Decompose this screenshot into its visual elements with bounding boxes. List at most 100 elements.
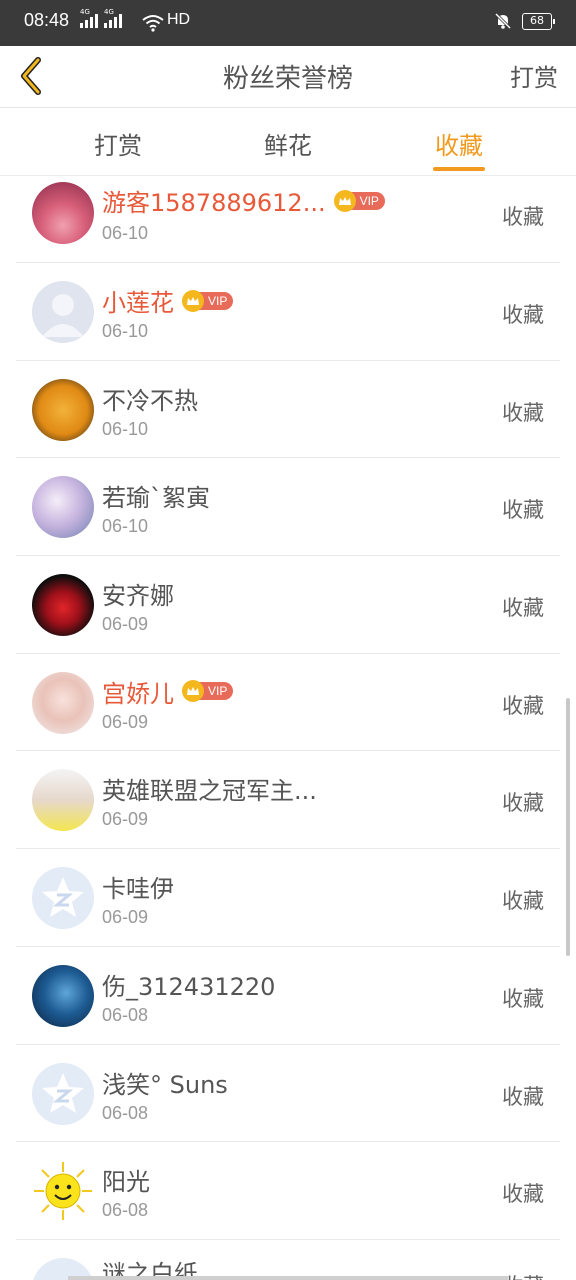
list-item[interactable]: 阳光 06-08 收藏 bbox=[16, 1142, 560, 1240]
signal-icon: 4G bbox=[80, 8, 98, 28]
battery-level: 68 bbox=[530, 13, 544, 27]
name-wrap: 宫娇儿 VIP bbox=[102, 674, 234, 709]
name-wrap: 英雄联盟之冠军主... bbox=[102, 771, 317, 806]
avatar-placeholder bbox=[32, 1062, 94, 1125]
star-icon bbox=[42, 877, 84, 918]
avatar bbox=[32, 378, 94, 441]
action-label: 收藏 bbox=[502, 303, 544, 327]
action-label: 收藏 bbox=[502, 1270, 544, 1280]
list-item[interactable]: 卡哇伊 06-09 收藏 bbox=[16, 849, 560, 947]
list-item[interactable]: 英雄联盟之冠军主... 06-09 收藏 bbox=[16, 751, 560, 850]
list-item[interactable]: 不冷不热 06-10 收藏 bbox=[16, 361, 560, 459]
name-wrap: 小莲花 VIP bbox=[102, 283, 234, 318]
status-right: 68 bbox=[494, 12, 555, 30]
tab-flowers[interactable]: 鲜花 bbox=[238, 126, 338, 161]
name-wrap: 浅笑° Suns bbox=[102, 1065, 228, 1100]
user-name: 宫娇儿 bbox=[102, 679, 174, 708]
date: 06-10 bbox=[102, 223, 149, 243]
action-label: 收藏 bbox=[502, 791, 544, 816]
wifi-icon bbox=[142, 15, 164, 32]
avatar bbox=[32, 1160, 94, 1223]
action-label: 收藏 bbox=[502, 693, 544, 718]
gesture-bar bbox=[68, 1276, 508, 1280]
header: 粉丝荣誉榜 打赏 bbox=[0, 46, 576, 108]
date: 06-09 bbox=[102, 907, 149, 928]
date: 06-08 bbox=[102, 1004, 149, 1025]
list-item[interactable]: 宫娇儿 VIP 06-09 收藏 bbox=[16, 654, 560, 752]
action-label: 收藏 bbox=[502, 986, 544, 1011]
name-wrap: 阳光 bbox=[102, 1162, 150, 1197]
user-name: 伤_312431220 bbox=[102, 972, 276, 1001]
action-label: 收藏 bbox=[502, 596, 544, 621]
vip-badge: VIP bbox=[182, 289, 234, 312]
vip-badge: VIP bbox=[333, 189, 385, 212]
tab-favorites[interactable]: 收藏 bbox=[409, 126, 509, 161]
date: 06-09 bbox=[102, 614, 149, 635]
list-item[interactable]: 谜之白纸 收藏 bbox=[16, 1240, 560, 1280]
date: 06-10 bbox=[102, 418, 149, 439]
user-name: 浅笑° Suns bbox=[102, 1070, 228, 1099]
name-wrap: 游客1587889612... VIP bbox=[102, 183, 385, 218]
list-item[interactable]: 若瑜`絮寅 06-10 收藏 bbox=[16, 458, 560, 557]
star-icon bbox=[42, 1072, 84, 1113]
date: 06-10 bbox=[102, 516, 149, 537]
avatar bbox=[32, 964, 94, 1027]
network-tag-2: 4G bbox=[104, 8, 114, 16]
vip-badge: VIP bbox=[182, 680, 234, 703]
tab-bar: 打赏 鲜花 收藏 bbox=[0, 108, 576, 176]
signal-icons: 4G 4G bbox=[80, 8, 122, 28]
avatar bbox=[32, 476, 94, 539]
user-name: 安齐娜 bbox=[102, 582, 174, 611]
name-wrap: 不冷不热 bbox=[102, 381, 198, 416]
avatar bbox=[32, 671, 94, 734]
crown-icon bbox=[182, 289, 204, 312]
date: 06-09 bbox=[102, 809, 149, 830]
signal-icon-2: 4G bbox=[104, 8, 122, 28]
action-label: 收藏 bbox=[502, 205, 544, 229]
name-wrap: 若瑜`絮寅 bbox=[102, 478, 210, 513]
status-time: 08:48 bbox=[24, 10, 70, 30]
sun-icon bbox=[34, 1162, 92, 1221]
list-item[interactable]: 小莲花 VIP 06-10 收藏 bbox=[16, 263, 560, 361]
reward-button[interactable]: 打赏 bbox=[510, 58, 558, 93]
list-item[interactable]: 游客1587889612... VIP 06-10 收藏 bbox=[16, 177, 560, 263]
network-tag: 4G bbox=[80, 8, 90, 16]
avatar bbox=[32, 182, 94, 244]
battery-icon: 68 bbox=[522, 12, 555, 30]
action-label: 收藏 bbox=[502, 498, 544, 523]
scrollbar[interactable] bbox=[566, 698, 570, 956]
tab-reward[interactable]: 打赏 bbox=[68, 126, 168, 161]
crown-icon bbox=[333, 189, 356, 212]
name-wrap: 卡哇伊 bbox=[102, 869, 174, 904]
avatar-placeholder bbox=[32, 867, 94, 930]
active-tab-indicator bbox=[433, 167, 485, 171]
avatar-placeholder bbox=[32, 281, 94, 343]
list-item[interactable]: 伤_312431220 06-08 收藏 bbox=[16, 947, 560, 1045]
action-label: 收藏 bbox=[502, 1182, 544, 1207]
status-bar: 08:48 4G 4G HD 68 bbox=[0, 0, 576, 46]
user-name: 卡哇伊 bbox=[102, 875, 174, 904]
user-name: 阳光 bbox=[102, 1168, 150, 1197]
action-label: 收藏 bbox=[502, 889, 544, 914]
user-name: 英雄联盟之冠军主... bbox=[102, 777, 317, 806]
date: 06-08 bbox=[102, 1102, 149, 1123]
name-wrap: 伤_312431220 bbox=[102, 967, 275, 1002]
mute-icon bbox=[494, 12, 512, 30]
hd-label: HD bbox=[167, 11, 191, 28]
page-title: 粉丝荣誉榜 bbox=[222, 64, 353, 94]
action-label: 收藏 bbox=[502, 400, 544, 425]
list-item[interactable]: 浅笑° Suns 06-08 收藏 bbox=[16, 1045, 560, 1143]
date: 06-09 bbox=[102, 711, 149, 732]
date: 06-08 bbox=[102, 1200, 149, 1221]
list-item[interactable]: 安齐娜 06-09 收藏 bbox=[16, 556, 560, 654]
avatar bbox=[32, 574, 94, 637]
user-name: 游客1587889612... bbox=[102, 189, 326, 217]
user-name: 若瑜`絮寅 bbox=[102, 484, 210, 513]
date: 06-10 bbox=[102, 321, 149, 341]
name-wrap: 安齐娜 bbox=[102, 576, 174, 611]
user-name: 小莲花 bbox=[102, 289, 174, 317]
avatar bbox=[32, 769, 94, 832]
action-label: 收藏 bbox=[502, 1084, 544, 1109]
user-name: 不冷不热 bbox=[102, 386, 198, 415]
fan-list: 游客1587889612... VIP 06-10 收藏 小莲花 VIP 06-… bbox=[16, 177, 560, 1280]
